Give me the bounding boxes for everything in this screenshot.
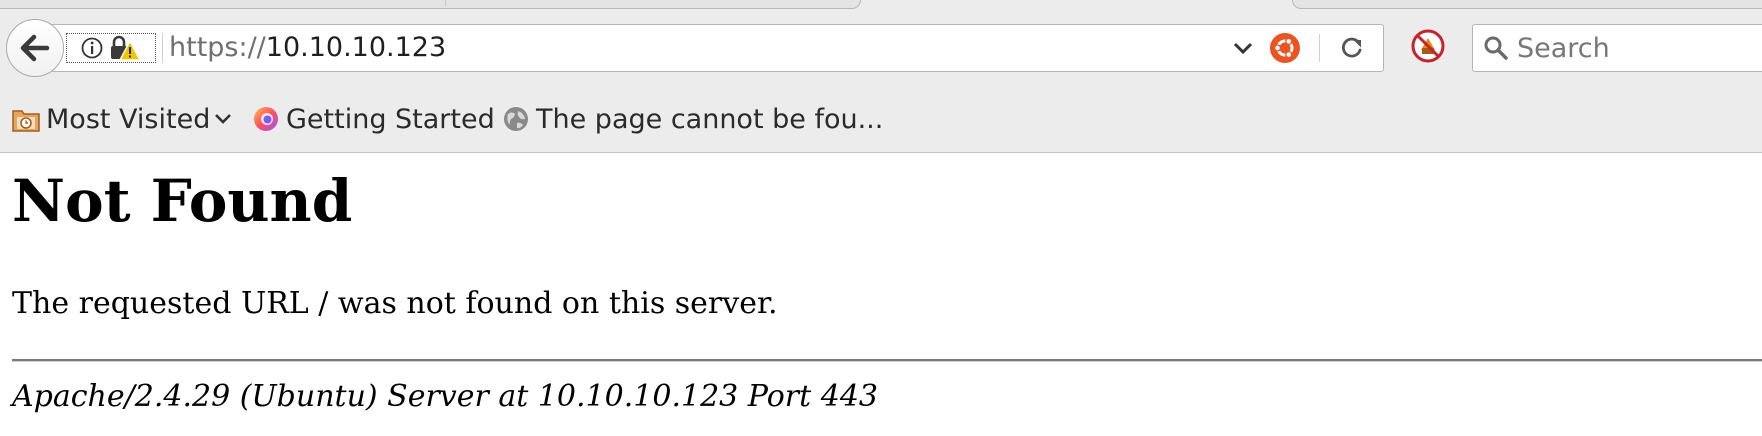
url-separator [162, 33, 163, 63]
bookmark-page-not-found[interactable]: The page cannot be fou... [502, 96, 883, 142]
back-arrow-icon [20, 34, 50, 62]
server-signature: Apache/2.4.29 (Ubuntu) Server at 10.10.1… [12, 379, 879, 414]
url-separator-2 [1319, 34, 1320, 62]
globe-icon [504, 107, 528, 131]
tab-divider [445, 0, 446, 6]
page-title: Not Found [12, 167, 353, 235]
url-host: 10.10.10.123 [265, 32, 447, 63]
blocked-extension-icon[interactable] [1410, 28, 1446, 64]
bookmark-label: Getting Started [286, 103, 495, 135]
back-button[interactable] [6, 19, 64, 77]
folder-clock-icon [12, 110, 40, 132]
url-bar[interactable]: https://10.10.10.123 [50, 24, 1384, 72]
chevron-down-icon[interactable] [1233, 37, 1253, 59]
tab-edge-left[interactable] [0, 0, 861, 9]
browser-chrome: https://10.10.10.123 Search Most Visited… [0, 0, 1762, 153]
ubuntu-icon[interactable] [1269, 32, 1301, 64]
bookmark-label: The page cannot be fou... [536, 103, 884, 135]
chevron-down-icon [215, 114, 232, 124]
firefox-icon [254, 107, 278, 131]
insecure-lock-warning-icon [111, 35, 141, 61]
url-scheme: https:// [169, 32, 266, 63]
bookmark-most-visited[interactable]: Most Visited [12, 96, 232, 142]
search-bar[interactable] [1472, 24, 1762, 72]
tab-edge-right[interactable] [1292, 0, 1762, 9]
info-icon [81, 37, 103, 59]
reload-icon[interactable] [1339, 35, 1365, 61]
error-message: The requested URL / was not found on thi… [12, 286, 778, 321]
bookmark-getting-started[interactable]: Getting Started [252, 96, 495, 142]
url-text[interactable]: https://10.10.10.123 [169, 33, 446, 63]
search-input[interactable] [1517, 33, 1757, 63]
search-icon [1484, 36, 1508, 60]
bookmark-label: Most Visited [46, 103, 211, 135]
site-identity-button[interactable] [66, 33, 156, 63]
divider [12, 359, 1762, 362]
